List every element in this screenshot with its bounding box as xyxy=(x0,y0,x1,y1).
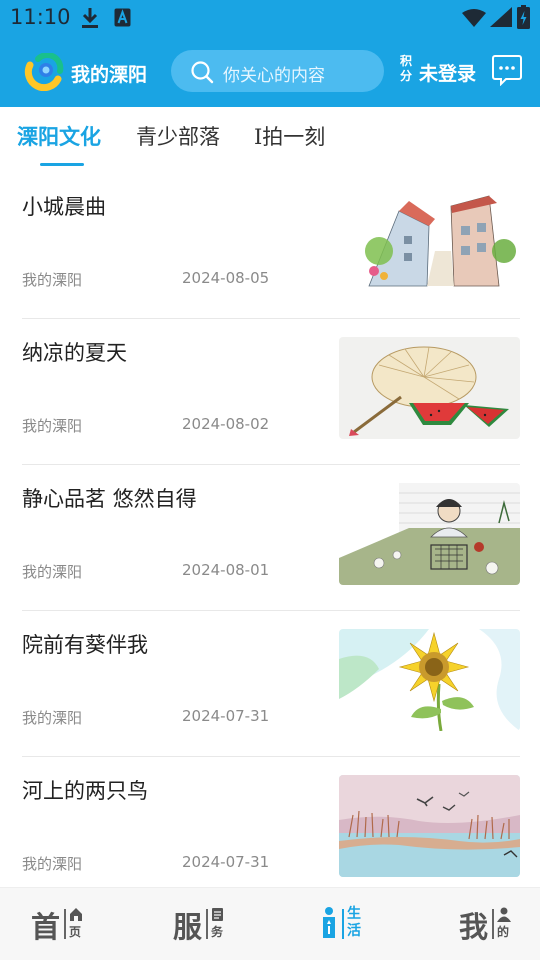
points-label[interactable]: 积分 xyxy=(400,54,414,84)
list-item[interactable]: 小城晨曲 我的溧阳 2024-08-05 xyxy=(22,173,520,319)
article-title: 小城晨曲 xyxy=(22,195,106,219)
article-thumbnail xyxy=(339,337,520,439)
nav-divider xyxy=(492,909,494,939)
article-thumbnail xyxy=(339,483,520,585)
list-item[interactable]: 纳凉的夏天 我的溧阳 2024-08-02 xyxy=(22,319,520,465)
article-source: 我的溧阳 xyxy=(22,417,83,435)
nav-divider xyxy=(64,909,66,939)
active-tab-indicator xyxy=(40,163,84,166)
nav-mine-sub: 的 xyxy=(497,925,510,939)
list-item[interactable]: 院前有葵伴我 我的溧阳 2024-07-31 xyxy=(22,611,520,757)
tab-photo-moment[interactable]: I拍一刻 xyxy=(254,121,325,151)
life-icon xyxy=(323,907,335,938)
article-source: 我的溧阳 xyxy=(22,271,83,289)
article-list[interactable]: 小城晨曲 我的溧阳 2024-08-05 纳凉的夏天 我的溧阳 2024-08-… xyxy=(0,173,540,887)
app-header: 我的溧阳 你关心的内容 积分 未登录 xyxy=(0,36,540,107)
nav-life-sub: 生活 xyxy=(347,906,361,939)
app-notification-icon xyxy=(114,8,131,27)
status-time: 11:10 xyxy=(10,5,71,29)
nav-home-label: 首 xyxy=(31,910,61,944)
river-birds-image xyxy=(339,775,520,877)
article-title: 纳凉的夏天 xyxy=(22,341,127,365)
wifi-icon xyxy=(462,9,486,27)
list-item[interactable]: 河上的两只鸟 我的溧阳 2024-07-31 xyxy=(22,757,520,887)
nav-mine-label: 我 xyxy=(459,910,489,944)
login-button[interactable]: 未登录 xyxy=(419,59,476,86)
search-placeholder: 你关心的内容 xyxy=(223,66,325,86)
article-source: 我的溧阳 xyxy=(22,709,83,727)
article-title: 院前有葵伴我 xyxy=(22,633,148,657)
article-thumbnail xyxy=(339,629,520,731)
app-logo-icon xyxy=(24,53,64,91)
bottom-navigation: 首 页 服 务 生活 我 的 xyxy=(0,887,540,960)
category-tabs: 溧阳文化 青少部落 I拍一刻 xyxy=(0,107,540,173)
battery-icon xyxy=(517,5,530,29)
nav-service-label: 服 xyxy=(173,910,203,944)
article-date: 2024-08-05 xyxy=(182,269,270,287)
tab-youth-tribe[interactable]: 青少部落 xyxy=(136,121,220,151)
download-icon xyxy=(82,8,98,28)
article-title: 河上的两只鸟 xyxy=(22,779,148,803)
nav-divider xyxy=(342,909,344,939)
article-thumbnail xyxy=(339,775,520,877)
nav-divider xyxy=(206,909,208,939)
street-watercolor-image xyxy=(339,191,520,293)
signal-icon xyxy=(490,7,512,27)
nav-service-sub: 务 xyxy=(211,925,224,939)
article-title: 静心品茗 悠然自得 xyxy=(22,487,197,511)
search-input[interactable]: 你关心的内容 xyxy=(171,50,384,92)
article-date: 2024-08-02 xyxy=(182,415,270,433)
article-source: 我的溧阳 xyxy=(22,855,83,873)
fan-watermelon-image xyxy=(339,337,520,439)
article-date: 2024-07-31 xyxy=(182,853,270,871)
status-bar: 11:10 xyxy=(0,0,540,36)
sunflower-image xyxy=(339,629,520,731)
tea-woman-image xyxy=(339,483,520,585)
list-item[interactable]: 静心品茗 悠然自得 我的溧阳 2024-08-01 xyxy=(22,465,520,611)
article-date: 2024-08-01 xyxy=(182,561,270,579)
home-icon xyxy=(70,908,82,921)
search-icon xyxy=(191,61,214,84)
app-title: 我的溧阳 xyxy=(71,64,148,86)
tab-liyang-culture[interactable]: 溧阳文化 xyxy=(17,121,101,151)
nav-home-sub: 页 xyxy=(69,925,82,939)
service-icon xyxy=(212,908,223,921)
article-thumbnail xyxy=(339,191,520,293)
person-icon xyxy=(497,907,511,922)
article-source: 我的溧阳 xyxy=(22,563,83,581)
article-date: 2024-07-31 xyxy=(182,707,270,725)
message-icon[interactable] xyxy=(492,54,522,86)
